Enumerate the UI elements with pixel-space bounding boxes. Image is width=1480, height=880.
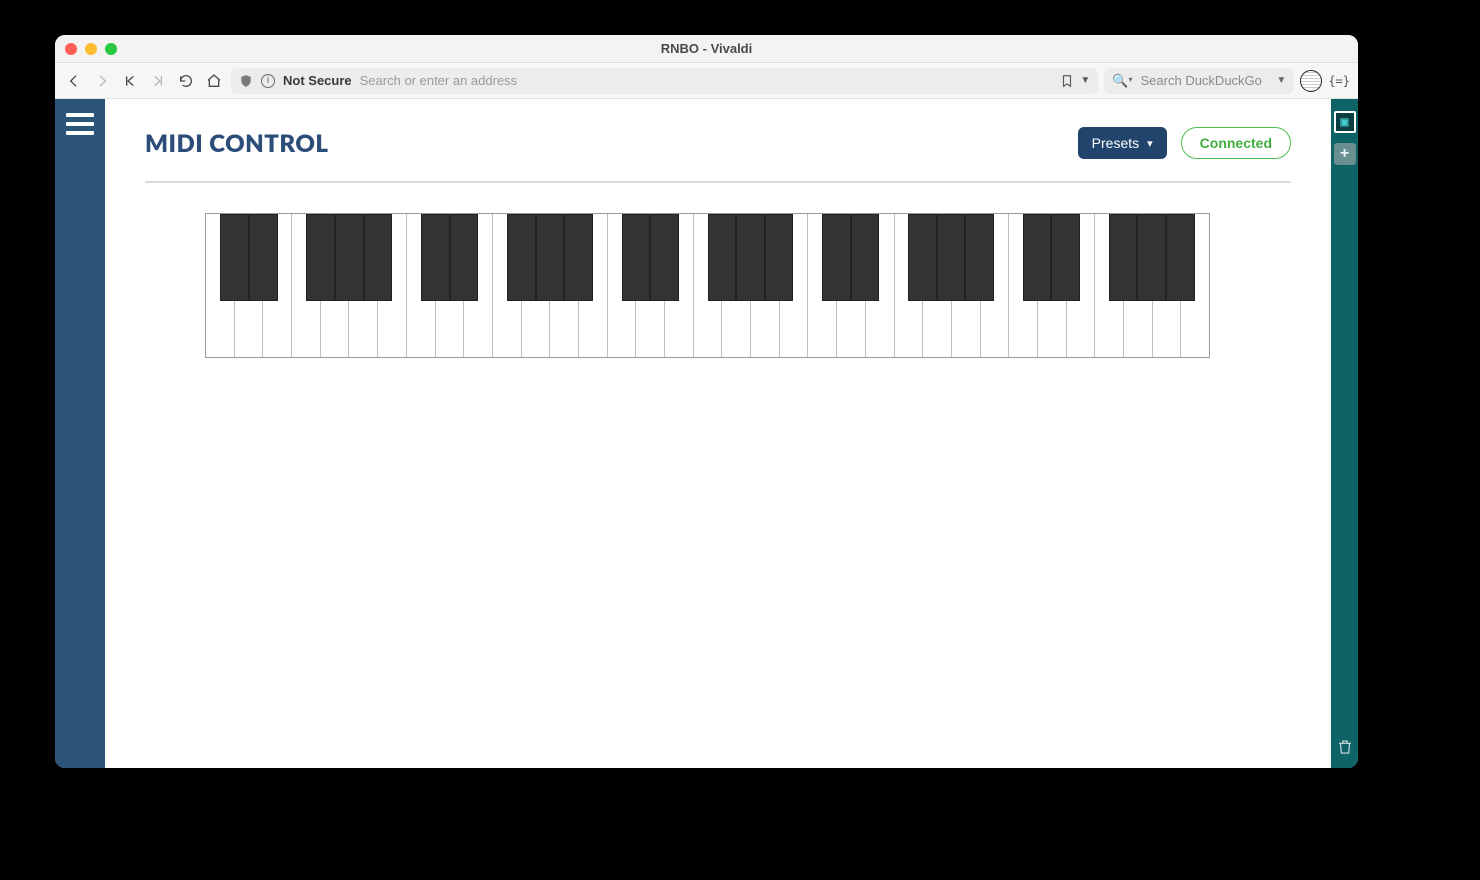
forward-button[interactable] <box>91 70 113 92</box>
trash-icon[interactable] <box>1336 738 1354 756</box>
black-key[interactable] <box>306 214 335 301</box>
black-key[interactable] <box>249 214 278 301</box>
header-divider <box>145 181 1291 183</box>
connection-status-badge: Connected <box>1181 127 1291 159</box>
shield-icon <box>239 74 253 88</box>
right-panel-rail: ▣ + <box>1331 99 1358 768</box>
black-key[interactable] <box>1023 214 1052 301</box>
main-content: MIDI CONTROL Presets ▾ Connected <box>105 99 1331 768</box>
home-button[interactable] <box>203 70 225 92</box>
info-icon[interactable]: i <box>261 74 275 88</box>
reload-button[interactable] <box>175 70 197 92</box>
left-sidebar <box>55 99 105 768</box>
keyboard-container <box>145 213 1291 358</box>
search-icon: 🔍▾ <box>1112 73 1132 89</box>
panel-tab-active[interactable]: ▣ <box>1334 111 1356 133</box>
page-title: MIDI CONTROL <box>145 129 329 158</box>
black-key[interactable] <box>421 214 450 301</box>
fast-forward-button[interactable] <box>147 70 169 92</box>
black-key[interactable] <box>908 214 937 301</box>
search-engine-dropdown-icon[interactable]: ▼ <box>1276 75 1286 86</box>
add-panel-button[interactable]: + <box>1334 143 1356 165</box>
zoom-window-button[interactable] <box>105 43 117 55</box>
profile-avatar[interactable] <box>1300 70 1322 92</box>
close-window-button[interactable] <box>65 43 77 55</box>
browser-window: RNBO - Vivaldi i Not Secure Search or en… <box>55 35 1358 768</box>
black-key[interactable] <box>765 214 794 301</box>
black-key[interactable] <box>937 214 966 301</box>
extensions-icon[interactable]: {=} <box>1328 74 1350 88</box>
black-key[interactable] <box>1166 214 1195 301</box>
black-key[interactable] <box>536 214 565 301</box>
rewind-button[interactable] <box>119 70 141 92</box>
black-key[interactable] <box>622 214 651 301</box>
black-key[interactable] <box>1109 214 1138 301</box>
black-key[interactable] <box>650 214 679 301</box>
back-button[interactable] <box>63 70 85 92</box>
black-key[interactable] <box>220 214 249 301</box>
black-key[interactable] <box>736 214 765 301</box>
black-key[interactable] <box>335 214 364 301</box>
black-key[interactable] <box>822 214 851 301</box>
black-key[interactable] <box>1051 214 1080 301</box>
black-key[interactable] <box>1137 214 1166 301</box>
black-key[interactable] <box>965 214 994 301</box>
search-engine-box[interactable]: 🔍▾ Search DuckDuckGo ▼ <box>1104 68 1294 94</box>
address-placeholder: Search or enter an address <box>360 73 1053 88</box>
midi-keyboard[interactable] <box>205 213 1210 358</box>
black-key[interactable] <box>564 214 593 301</box>
bookmark-menu-icon[interactable]: ▼ <box>1080 75 1090 86</box>
black-key[interactable] <box>450 214 479 301</box>
titlebar: RNBO - Vivaldi <box>55 35 1358 63</box>
app-body: MIDI CONTROL Presets ▾ Connected ▣ + <box>55 99 1358 768</box>
minimize-window-button[interactable] <box>85 43 97 55</box>
window-controls <box>65 43 117 55</box>
content-header: MIDI CONTROL Presets ▾ Connected <box>145 127 1291 159</box>
menu-button[interactable] <box>66 113 94 135</box>
bookmark-icon[interactable] <box>1060 74 1074 88</box>
black-key[interactable] <box>507 214 536 301</box>
black-key[interactable] <box>364 214 393 301</box>
presets-dropdown-button[interactable]: Presets ▾ <box>1078 127 1167 159</box>
browser-toolbar: i Not Secure Search or enter an address … <box>55 63 1358 99</box>
search-placeholder: Search DuckDuckGo <box>1141 73 1262 88</box>
security-status-label: Not Secure <box>283 73 352 88</box>
chevron-down-icon: ▾ <box>1147 137 1153 150</box>
black-key[interactable] <box>851 214 880 301</box>
black-key[interactable] <box>708 214 737 301</box>
presets-label: Presets <box>1092 135 1139 151</box>
address-bar[interactable]: i Not Secure Search or enter an address … <box>231 68 1098 94</box>
window-title: RNBO - Vivaldi <box>55 41 1358 56</box>
